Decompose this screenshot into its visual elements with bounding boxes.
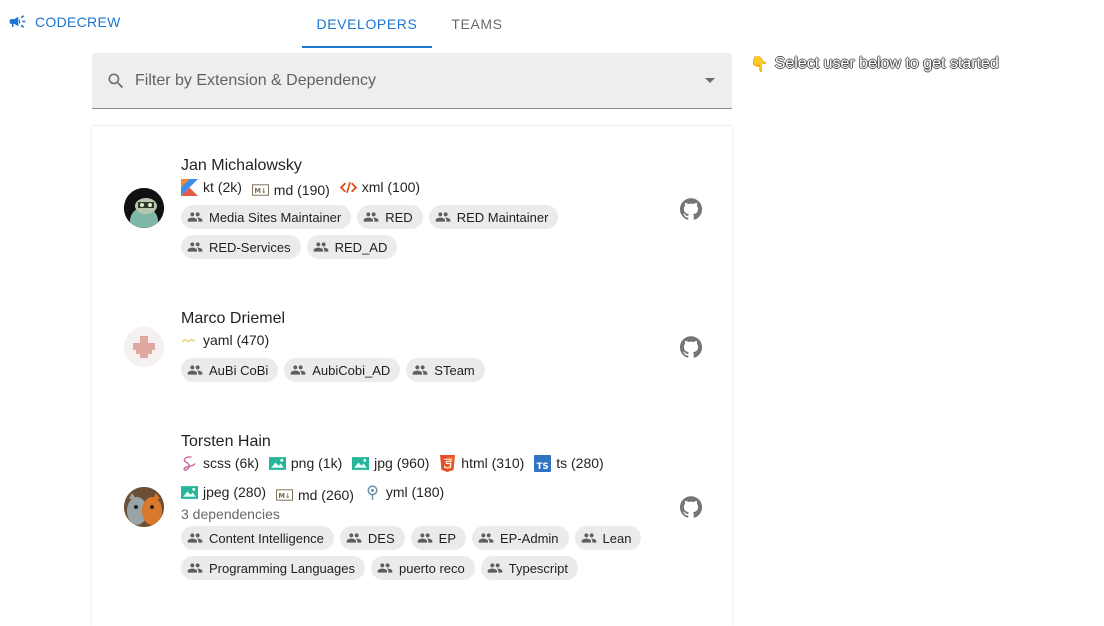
filter-autocomplete[interactable] <box>92 53 732 109</box>
team-chip[interactable]: EP <box>410 526 466 550</box>
group-icon <box>187 533 203 543</box>
team-chip[interactable]: Lean <box>574 526 642 550</box>
user-name: Marco Driemel <box>181 310 286 327</box>
group-icon <box>346 533 362 543</box>
tab-developers[interactable]: DEVELOPERS <box>302 0 432 48</box>
group-icon <box>435 212 451 222</box>
markdown-icon: M↓ <box>251 184 269 196</box>
team-chip[interactable]: RED-Services <box>181 235 301 259</box>
group-icon <box>478 533 494 543</box>
group-icon <box>363 212 379 222</box>
image-icon <box>352 457 370 470</box>
team-chip[interactable]: STeam <box>406 358 485 382</box>
team-chip[interactable]: EP-Admin <box>472 526 569 550</box>
language-item[interactable]: yml (180) <box>364 480 444 505</box>
group-icon <box>187 242 203 252</box>
language-item[interactable]: TS ts (280) <box>534 451 604 476</box>
typescript-icon: TS <box>534 455 552 472</box>
hint-text: Select user below to get started <box>774 55 999 72</box>
search-icon <box>108 73 124 89</box>
team-chip[interactable]: puerto reco <box>370 556 475 580</box>
language-item[interactable]: jpeg (280) <box>181 480 266 505</box>
user-list: Jan Michalowsky kt (2k) M↓ md (190) xml … <box>92 126 732 626</box>
svg-text:TS: TS <box>537 462 549 472</box>
pointing-down-hand-icon: 👇 <box>750 56 769 73</box>
team-chip[interactable]: Content Intelligence <box>181 526 334 550</box>
sass-icon <box>183 456 196 471</box>
group-icon <box>187 212 203 222</box>
select-user-hint: 👇 Select user below to get started <box>750 55 999 73</box>
user-name: Torsten Hain <box>181 433 271 450</box>
group-icon <box>417 533 432 543</box>
language-item[interactable]: html (310) <box>439 451 524 476</box>
tab-teams[interactable]: TEAMS <box>432 0 522 48</box>
avatar <box>124 188 164 228</box>
team-chip[interactable]: Programming Languages <box>181 556 365 580</box>
team-chip[interactable]: RED <box>357 205 423 229</box>
team-chip[interactable]: Typescript <box>480 556 578 580</box>
group-icon <box>290 365 306 375</box>
language-item[interactable]: yaml (470) <box>181 328 269 353</box>
github-icon[interactable] <box>679 335 703 359</box>
language-item[interactable]: xml (100) <box>339 175 420 200</box>
kotlin-icon <box>181 179 198 196</box>
svg-text:M↓: M↓ <box>278 492 290 500</box>
group-icon <box>187 365 203 375</box>
team-chip-list: Content Intelligence DES EP EP-Admin Lea… <box>181 526 681 580</box>
team-chip[interactable]: Media Sites Maintainer <box>181 205 352 229</box>
image-icon <box>268 457 286 470</box>
dropdown-arrow-icon[interactable] <box>705 78 715 83</box>
group-icon <box>187 563 203 573</box>
group-icon <box>412 365 428 375</box>
team-chip[interactable]: AuBi CoBi <box>181 358 279 382</box>
yaml-icon <box>181 338 196 343</box>
yml-icon <box>367 485 378 500</box>
group-icon <box>581 533 596 543</box>
filter-input[interactable] <box>135 69 695 93</box>
language-list: yaml (470) <box>181 328 681 357</box>
github-icon[interactable] <box>679 197 703 221</box>
team-chip[interactable]: AubiCobi_AD <box>284 358 401 382</box>
team-chip[interactable]: DES <box>339 526 405 550</box>
group-icon <box>487 563 503 573</box>
language-item[interactable]: scss (6k) <box>181 451 259 476</box>
team-chip[interactable]: RED Maintainer <box>428 205 559 229</box>
language-item[interactable]: jpg (960) <box>352 451 429 476</box>
language-item[interactable]: png (1k) <box>268 451 342 476</box>
language-list: kt (2k) M↓ md (190) xml (100) <box>181 175 681 204</box>
xml-icon <box>339 181 357 194</box>
app-logo[interactable]: CODECREW <box>8 12 121 31</box>
group-icon <box>313 242 328 252</box>
megaphone-icon <box>9 15 26 28</box>
user-name: Jan Michalowsky <box>181 157 302 174</box>
language-item[interactable]: kt (2k) <box>181 175 242 200</box>
html5-icon <box>440 455 456 472</box>
dependency-count[interactable]: 3 dependencies <box>181 506 280 522</box>
avatar <box>124 327 164 367</box>
avatar <box>124 487 164 527</box>
language-item[interactable]: M↓ md (260) <box>275 483 354 508</box>
markdown-icon: M↓ <box>275 489 293 501</box>
github-icon[interactable] <box>679 495 703 519</box>
svg-text:M↓: M↓ <box>254 187 266 195</box>
team-chip-list: Media Sites Maintainer RED RED Maintaine… <box>181 205 681 259</box>
language-list: scss (6k) png (1k) jpg (960) html (310) … <box>181 451 671 509</box>
tab-bar: DEVELOPERS TEAMS <box>302 0 522 48</box>
team-chip[interactable]: RED_AD <box>306 235 398 259</box>
app-title: CODECREW <box>35 13 121 30</box>
image-icon <box>181 486 198 499</box>
language-item[interactable]: M↓ md (190) <box>251 178 330 203</box>
team-chip-list: AuBi CoBi AubiCobi_AD STeam <box>181 358 681 382</box>
group-icon <box>377 563 393 573</box>
